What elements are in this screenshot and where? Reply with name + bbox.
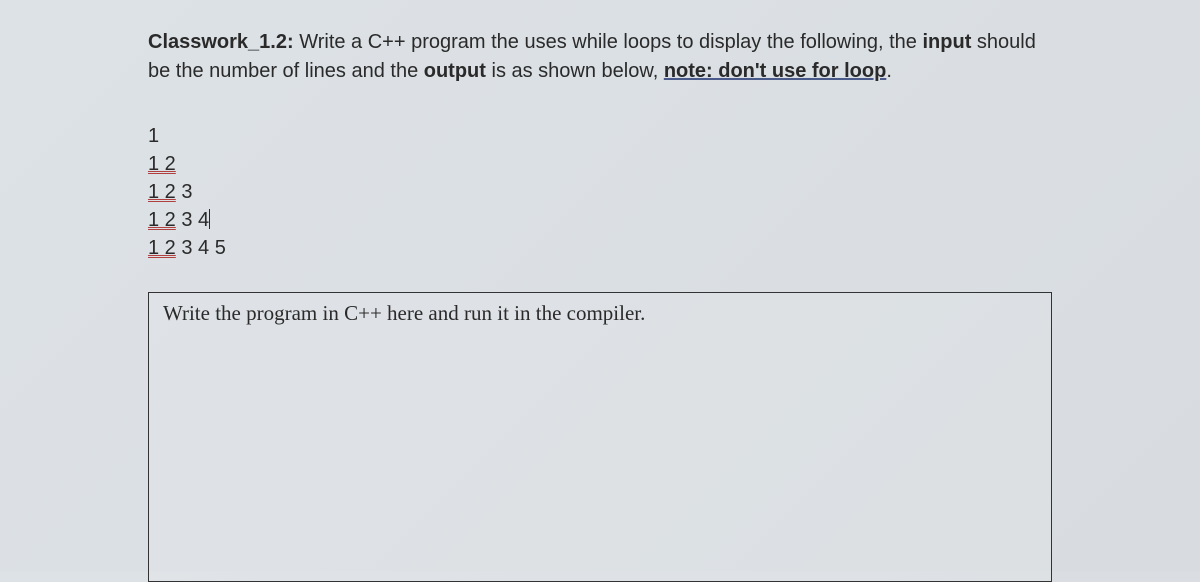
output-text: 3 4 [176,209,209,231]
output-text: 1 [148,125,159,147]
output-line-1: 1 [148,122,1052,150]
output-text: 3 [176,181,193,203]
title-input-word: input [923,31,972,53]
answer-input-box[interactable]: Write the program in C++ here and run it… [148,292,1052,582]
title-label: Classwork_1.2: [148,31,294,53]
title-output-word: output [424,60,486,82]
output-line-3: 1 2 3 [148,178,1052,206]
classwork-title: Classwork_1.2: Write a C++ program the u… [148,28,1052,86]
output-line-2: 1 2 [148,150,1052,178]
title-note: note: don't use for loop [664,60,887,82]
output-line-5: 1 2 3 4 5 [148,234,1052,262]
output-text: 1 2 [148,153,176,175]
sample-output: 1 1 2 1 2 3 1 2 3 4 1 2 3 4 5 [148,122,1052,262]
output-text: 1 2 [148,237,176,259]
output-text: 1 2 [148,181,176,203]
output-line-4: 1 2 3 4 [148,206,1052,234]
output-text: 1 2 [148,209,176,231]
title-desc-1: Write a C++ program the uses while loops… [294,31,923,53]
text-cursor-icon [209,209,210,229]
output-text: 3 4 5 [176,237,226,259]
title-period: . [886,60,892,82]
title-desc-3: is as shown below, [486,60,664,82]
answer-prompt-text: Write the program in C++ here and run it… [163,301,645,325]
